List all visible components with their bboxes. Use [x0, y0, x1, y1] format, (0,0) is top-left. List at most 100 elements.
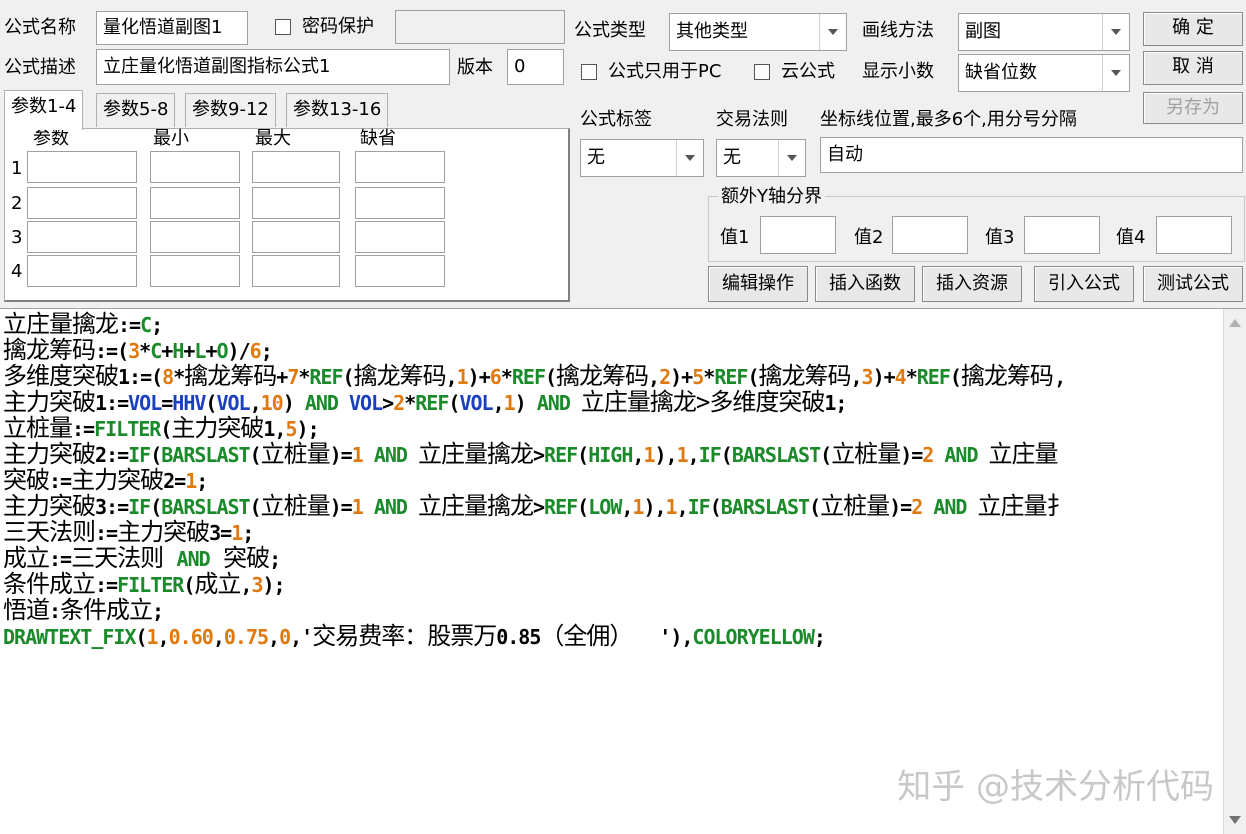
y-value-2-input[interactable]	[892, 216, 968, 254]
code-token: 1	[665, 495, 678, 519]
code-token: 立庄量擒龙>多维度突破	[580, 388, 825, 416]
cloud-label: 云公式	[781, 61, 835, 82]
password-input[interactable]	[395, 10, 565, 44]
cancel-button[interactable]: 取 消	[1143, 51, 1243, 85]
chevron-down-icon[interactable]	[778, 140, 805, 176]
scroll-down-icon[interactable]	[1229, 816, 1241, 824]
scroll-up-icon[interactable]	[1229, 319, 1241, 327]
code-token: 1	[503, 391, 516, 415]
param-max-input[interactable]	[252, 187, 340, 219]
param-default-input[interactable]	[355, 255, 445, 287]
code-token: ,	[676, 495, 689, 519]
code-token: BARSLAST	[720, 495, 810, 519]
param-max-input[interactable]	[252, 151, 340, 183]
editor-scrollbar[interactable]	[1223, 309, 1246, 834]
code-token: :=	[95, 573, 118, 597]
param-default-input[interactable]	[355, 187, 445, 219]
cloud-checkbox[interactable]	[754, 64, 770, 80]
param-default-input[interactable]	[355, 221, 445, 253]
tag-select[interactable]: 无	[580, 139, 704, 177]
code-token: *	[703, 365, 715, 389]
code-token: )/	[227, 339, 251, 363]
code-token: VOL	[349, 391, 383, 415]
code-token: );	[262, 573, 285, 597]
code-token: 2	[659, 365, 671, 389]
param-default-input[interactable]	[355, 151, 445, 183]
formula-desc-input[interactable]: 立庄量化悟道副图指标公式1	[96, 49, 450, 85]
param-max-input[interactable]	[252, 221, 340, 253]
code-token: FILTER	[117, 573, 184, 597]
edit-ops-button[interactable]: 编辑操作	[708, 266, 808, 302]
import-formula-button[interactable]: 引入公式	[1034, 266, 1134, 302]
code-line: 立桩量:=FILTER(主力突破1,5);	[3, 415, 320, 442]
code-token: ,	[687, 443, 700, 467]
param-min-input[interactable]	[150, 255, 240, 287]
version-input[interactable]: 0	[507, 49, 564, 85]
code-line: 主力突破3:=IF(BARSLAST(立桩量)=1 AND 立庄量擒龙>REF(…	[3, 492, 1071, 520]
param-max-input[interactable]	[252, 255, 340, 287]
code-token: 2	[393, 391, 405, 415]
chevron-down-icon[interactable]	[819, 14, 846, 50]
decimal-select[interactable]: 缺省位数	[958, 54, 1130, 92]
ok-button[interactable]: 确 定	[1143, 12, 1243, 46]
tab-params-5-8[interactable]: 参数5-8	[96, 93, 176, 127]
param-name-input[interactable]	[27, 255, 137, 287]
code-token: IF	[128, 495, 151, 519]
pc-only-checkbox[interactable]	[581, 64, 597, 80]
draw-method-label: 画线方法	[862, 20, 934, 41]
code-token: 5	[285, 417, 297, 441]
formula-name-input[interactable]: 量化悟道副图1	[96, 11, 248, 45]
insert-resource-button[interactable]: 插入资源	[922, 266, 1022, 302]
tab-params-1-4[interactable]: 参数1-4	[4, 90, 84, 130]
coord-input[interactable]: 自动	[820, 137, 1243, 173]
param-row-label: 2	[11, 193, 23, 214]
chevron-down-icon[interactable]	[1102, 14, 1129, 50]
password-checkbox[interactable]	[275, 19, 291, 35]
code-token: REF	[309, 365, 343, 389]
code-token: 擒龙筹码,	[960, 362, 1067, 390]
tag-label: 公式标签	[580, 109, 652, 130]
param-name-input[interactable]	[27, 221, 137, 253]
draw-method-select[interactable]: 副图	[958, 13, 1130, 51]
param-header-min: 最小	[153, 128, 189, 149]
code-token: 主力突破	[117, 518, 210, 546]
param-name-input[interactable]	[27, 187, 137, 219]
test-formula-button[interactable]: 测试公式	[1143, 266, 1243, 302]
y-value-4-input[interactable]	[1156, 216, 1232, 254]
param-name-input[interactable]	[27, 151, 137, 183]
version-label: 版本	[457, 57, 493, 78]
code-token: ,	[445, 365, 458, 389]
code-editor[interactable]: 立庄量擒龙:=C; 擒龙筹码:=(3*C+H+L+O)/6; 多维度突破1:=(8*…	[0, 308, 1246, 834]
code-token: 擒龙筹码	[184, 362, 277, 390]
code-token: （全佣）	[540, 622, 660, 650]
param-min-input[interactable]	[150, 151, 240, 183]
chevron-down-icon[interactable]	[676, 140, 703, 176]
tab-params-13-16[interactable]: 参数13-16	[286, 93, 389, 127]
insert-function-button[interactable]: 插入函数	[815, 266, 915, 302]
code-token: 成立	[194, 570, 241, 598]
code-token: VOL	[459, 391, 493, 415]
code-token: 立桩量	[820, 492, 890, 520]
code-token: REF	[544, 495, 578, 519]
code-token: )=	[329, 443, 353, 467]
tab-params-9-12[interactable]: 参数9-12	[185, 93, 276, 127]
param-min-input[interactable]	[150, 221, 240, 253]
code-token: (	[747, 365, 759, 389]
code-token: C	[150, 339, 162, 363]
code-token: 主力突破	[3, 388, 96, 416]
param-header-default: 缺省	[360, 128, 396, 149]
code-token: BARSLAST	[161, 495, 250, 519]
save-as-button[interactable]: 另存为	[1143, 92, 1243, 124]
trade-rule-select[interactable]: 无	[716, 139, 806, 177]
code-token: *	[404, 391, 416, 415]
param-min-input[interactable]	[150, 187, 240, 219]
chevron-down-icon[interactable]	[1102, 55, 1129, 91]
formula-type-select[interactable]: 其他类型	[669, 13, 847, 51]
y-value-3-input[interactable]	[1024, 216, 1100, 254]
y-value-1-input[interactable]	[760, 216, 836, 254]
code-token: :=	[49, 547, 72, 571]
